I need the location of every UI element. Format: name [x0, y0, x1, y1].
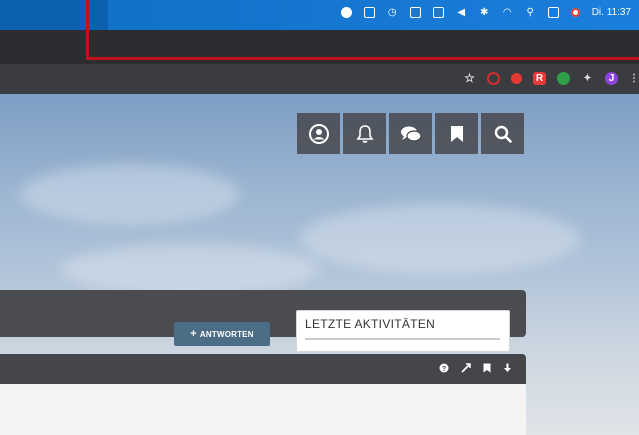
app-circle-icon[interactable] [340, 7, 352, 18]
recent-activity-divider [305, 338, 500, 340]
menu-bar: ◷ ◀ ✱ ◠ ⚲ Di. 11:37 [0, 0, 639, 30]
extension-r-icon[interactable]: R [533, 72, 546, 85]
bookmarks-button[interactable] [435, 113, 478, 154]
reply-button[interactable]: + ANTWORTEN [174, 322, 270, 346]
svg-text:?: ? [442, 366, 446, 373]
screen-share-icon[interactable] [363, 7, 375, 18]
search-icon [494, 125, 512, 143]
menu-bar-status-icons: ◷ ◀ ✱ ◠ ⚲ Di. 11:37 [340, 7, 631, 18]
bell-icon [356, 124, 373, 143]
expand-icon[interactable] [461, 363, 471, 373]
menu-bar-left [0, 0, 108, 30]
background-cloud [300, 204, 580, 274]
background-cloud [20, 164, 240, 224]
notifications-button[interactable] [343, 113, 386, 154]
annotation-line-horizontal [86, 57, 639, 60]
menu-bar-clock[interactable]: Di. 11:37 [592, 7, 631, 18]
thread-tools: ? [439, 363, 512, 373]
chat-icon [400, 126, 422, 142]
history-icon[interactable]: ◷ [387, 7, 398, 18]
browser-toolbar: ☆ R ✦ J ⋮ [0, 64, 639, 94]
volume-icon[interactable]: ◀ [456, 7, 467, 18]
header-icon-buttons [297, 113, 524, 154]
bookmark-icon[interactable] [483, 363, 491, 373]
search-button[interactable] [481, 113, 524, 154]
window-icon[interactable] [432, 7, 444, 18]
thread-header-bar: ? [0, 354, 526, 384]
menu-dots-icon[interactable]: ⋮ [629, 72, 639, 85]
calendar-icon[interactable] [409, 7, 421, 18]
web-page: ? [0, 94, 639, 435]
help-icon[interactable]: ? [439, 363, 449, 373]
screen-record-icon[interactable] [570, 8, 580, 17]
recent-activity-widget: LETZTE AKTIVITÄTEN [296, 310, 510, 352]
profile-avatar[interactable]: J [605, 72, 618, 85]
opera-icon[interactable] [487, 72, 500, 85]
download-icon[interactable] [503, 363, 512, 373]
plus-icon: + [190, 328, 197, 340]
thread-content-panel [0, 384, 526, 435]
search-icon[interactable]: ⚲ [525, 7, 536, 18]
background-cloud [60, 244, 320, 294]
extension-green-icon[interactable] [557, 72, 570, 85]
browser-toolbar-icons: ☆ R ✦ J ⋮ [463, 72, 639, 85]
recent-activity-title: LETZTE AKTIVITÄTEN [305, 317, 436, 331]
wifi-icon[interactable]: ◠ [502, 7, 513, 18]
bluetooth-icon[interactable]: ✱ [479, 7, 490, 18]
control-center-icon[interactable] [547, 7, 559, 18]
star-icon[interactable]: ☆ [463, 72, 476, 85]
bookmark-icon [450, 125, 463, 142]
puzzle-icon[interactable]: ✦ [581, 72, 594, 85]
user-button[interactable] [297, 113, 340, 154]
reply-button-label: ANTWORTEN [199, 329, 254, 339]
annotation-line-vertical [86, 0, 89, 60]
conversations-button[interactable] [389, 113, 432, 154]
extension-red-icon[interactable] [511, 73, 522, 84]
user-icon [308, 123, 329, 144]
